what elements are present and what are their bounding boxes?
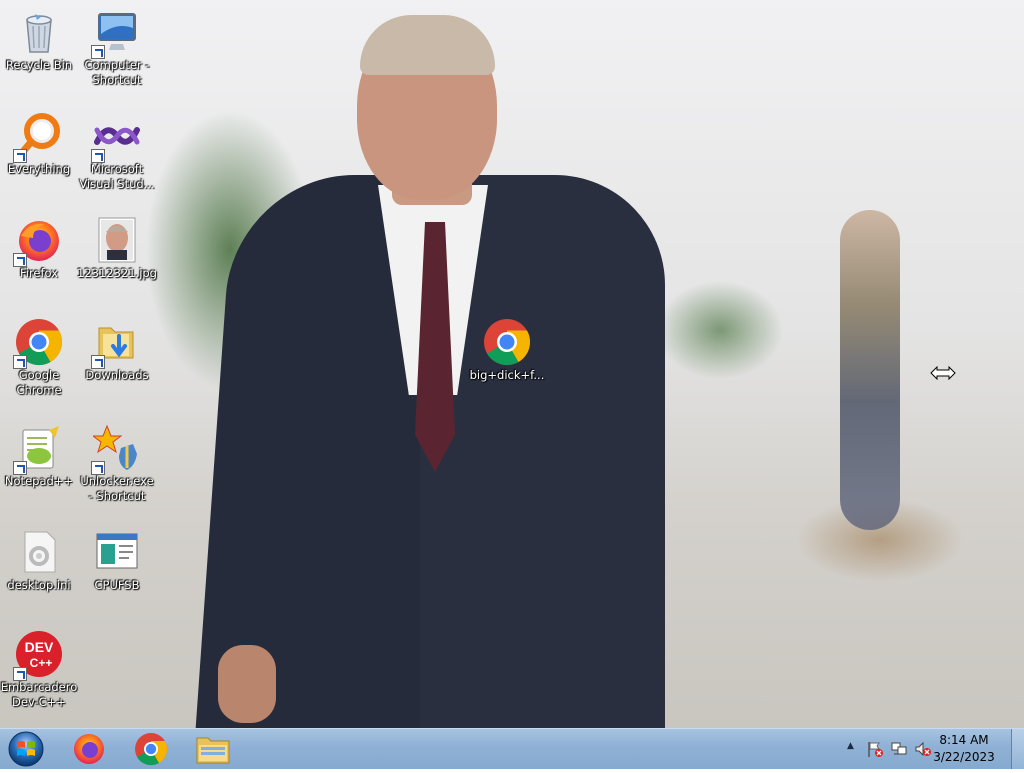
dev-cpp-icon: DEV C++: [13, 630, 63, 681]
shortcut-arrow-icon: [13, 461, 27, 475]
shortcut-arrow-icon: [91, 149, 105, 163]
network-icon[interactable]: [890, 740, 908, 762]
dev-icon-text-bottom: C++: [30, 656, 53, 670]
action-center-flag-icon[interactable]: [866, 740, 884, 762]
shortcut-arrow-icon: [91, 45, 105, 59]
shortcut-arrow-icon: [13, 355, 27, 369]
desktop-icon-downloads[interactable]: Downloads: [77, 318, 157, 383]
desktop-icon-label: Recycle Bin: [5, 58, 73, 72]
desktop-icon-label: Everything: [7, 162, 71, 176]
shortcut-arrow-icon: [91, 355, 105, 369]
clock-time: 8:14 AM: [939, 733, 989, 747]
firefox-icon: [74, 734, 104, 764]
shortcut-arrow-icon: [13, 667, 27, 681]
file-explorer-icon: [196, 737, 230, 764]
desktop-icon-label: Embarcadero Dev-C++: [0, 680, 78, 709]
desktop-icon-label: 12312321.jpg: [77, 266, 157, 280]
chrome-icon: [135, 733, 168, 766]
firefox-icon: [13, 216, 63, 267]
desktop[interactable]: Recycle Bin Everything Firefox Google Ch…: [0, 0, 1024, 728]
taskbar-file-explorer-button[interactable]: [186, 729, 240, 769]
desktop-icon-desktop-ini[interactable]: desktop.ini: [0, 528, 79, 593]
desktop-icon-notepad-plus-plus[interactable]: Notepad++: [0, 424, 79, 489]
downloads-folder-icon: [91, 318, 141, 369]
desktop-icon-everything[interactable]: Everything: [0, 112, 79, 177]
wallpaper-hair: [360, 15, 495, 75]
dev-icon-text-top: DEV: [25, 639, 54, 655]
desktop-icon-unlocker[interactable]: Unlocker.exe - Shortcut: [77, 424, 157, 504]
shortcut-arrow-icon: [91, 461, 105, 475]
visual-studio-icon: [91, 112, 141, 163]
notepad-plus-plus-icon: [13, 424, 63, 475]
recycle-bin-icon: [15, 8, 63, 56]
desktop-icon-firefox[interactable]: Firefox: [0, 216, 79, 281]
desktop-icon-label: Downloads: [85, 368, 149, 382]
desktop-icon-google-chrome[interactable]: Google Chrome: [0, 318, 79, 398]
desktop-icon-dev-cpp[interactable]: DEV C++ Embarcadero Dev-C++: [0, 630, 79, 710]
desktop-icon-label: big+dick+f...: [469, 368, 545, 382]
chrome-icon: [483, 318, 531, 366]
desktop-icon-label: Notepad++: [4, 474, 74, 488]
settings-file-icon: [15, 528, 63, 576]
chrome-icon: [13, 318, 63, 369]
shortcut-arrow-icon: [13, 253, 27, 267]
desktop-icon-label: Unlocker.exe - Shortcut: [80, 474, 154, 503]
image-file-icon: [93, 216, 141, 264]
start-orb-icon: [8, 731, 44, 767]
cpufsb-icon: [93, 528, 141, 576]
desktop-icon-computer-shortcut[interactable]: Computer - Shortcut: [77, 8, 157, 88]
desktop-icon-label: Firefox: [19, 266, 59, 280]
desktop-icon-visual-studio[interactable]: Microsoft Visual Stud...: [77, 112, 157, 192]
wallpaper-background-figure: [840, 210, 900, 530]
taskbar: ▲ 8:14 AM 3/22/2023: [0, 728, 1024, 769]
taskbar-firefox-button[interactable]: [62, 729, 116, 769]
unlocker-icon: [91, 424, 141, 475]
desktop-icon-recycle-bin[interactable]: Recycle Bin: [0, 8, 79, 73]
desktop-icon-cpufsb[interactable]: CPUFSB: [77, 528, 157, 593]
desktop-icon-label: CPUFSB: [94, 578, 140, 592]
desktop-icon-label: Computer - Shortcut: [84, 58, 150, 87]
show-hidden-icons-button[interactable]: ▲: [847, 741, 854, 751]
resize-cursor-icon: [930, 365, 956, 384]
desktop-icon-label: Microsoft Visual Stud...: [79, 162, 155, 191]
start-button[interactable]: [6, 730, 46, 768]
clock[interactable]: 8:14 AM 3/22/2023: [922, 732, 1006, 766]
computer-icon: [91, 8, 141, 59]
show-desktop-button[interactable]: [1011, 729, 1024, 769]
desktop-icon-label: desktop.ini: [7, 578, 71, 592]
desktop-icon-jpg-file[interactable]: 12312321.jpg: [77, 216, 157, 281]
desktop-icon-label: Google Chrome: [16, 368, 62, 397]
system-tray: ▲ 8:14 AM 3/22/2023: [844, 729, 1024, 769]
clock-date: 3/22/2023: [933, 750, 995, 764]
desktop-icon-chrome-html-file[interactable]: big+dick+f...: [467, 318, 547, 383]
shortcut-arrow-icon: [13, 149, 27, 163]
everything-icon: [13, 112, 63, 163]
taskbar-chrome-button[interactable]: [124, 729, 178, 769]
wallpaper-hand: [218, 645, 276, 723]
